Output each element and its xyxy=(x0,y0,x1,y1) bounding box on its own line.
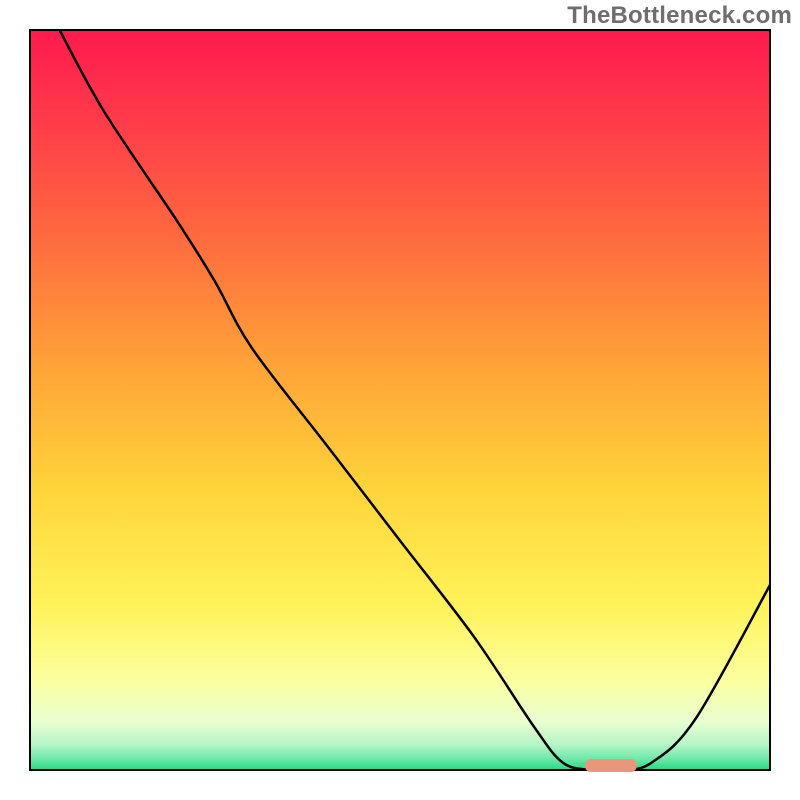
bottleneck-chart xyxy=(0,0,800,800)
watermark-text: TheBottleneck.com xyxy=(567,2,792,30)
chart-container: TheBottleneck.com xyxy=(0,0,800,800)
optimal-range-marker xyxy=(585,759,637,772)
gradient-background xyxy=(30,30,770,770)
